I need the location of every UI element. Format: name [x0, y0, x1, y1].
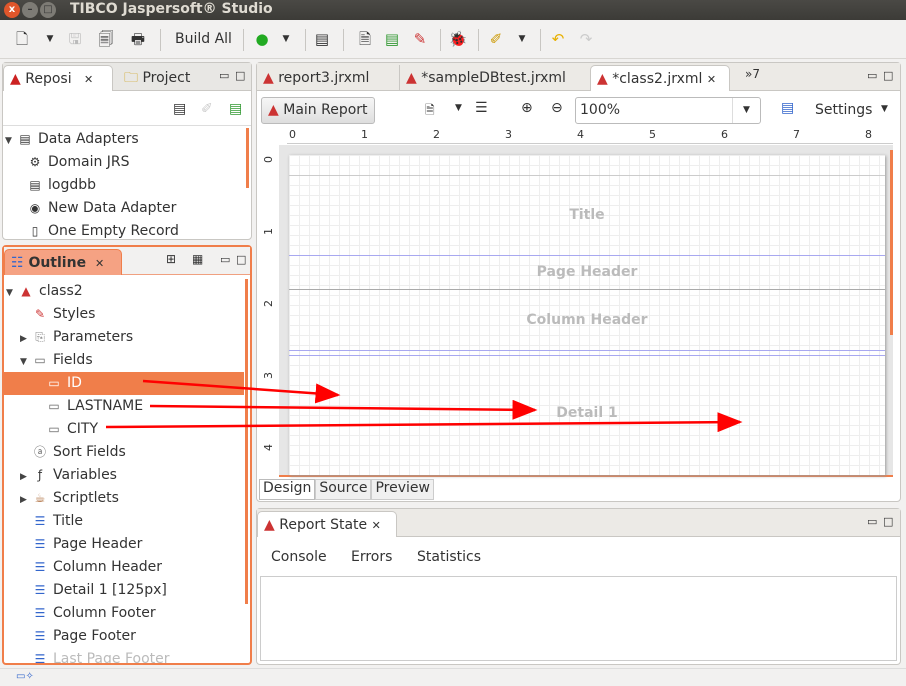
arrow-lastname — [149, 399, 538, 420]
arrow-city — [105, 412, 743, 433]
annotation-arrows — [105, 379, 743, 433]
arrow-id — [142, 379, 341, 404]
